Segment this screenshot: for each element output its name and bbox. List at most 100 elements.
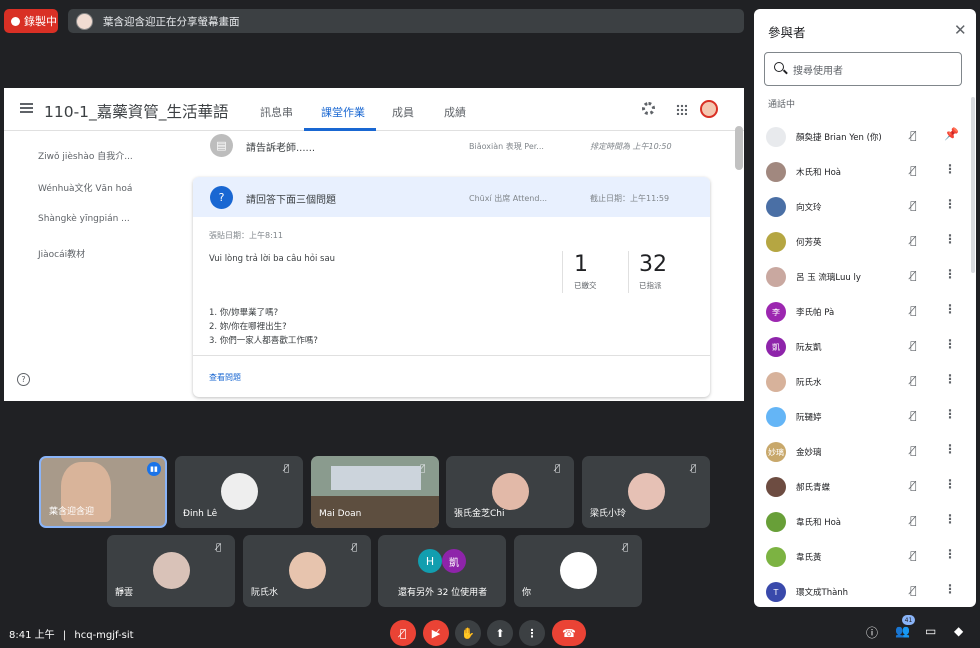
participant-row[interactable]: 凱阮友凱 🎙̸ ⋮ <box>754 330 976 365</box>
mic-toggle-button[interactable]: 🎙̸ <box>390 620 416 646</box>
people-icon[interactable]: 👥 <box>895 624 910 638</box>
mic-off-icon: 🎙̸ <box>910 164 917 177</box>
self-tile[interactable]: 🎙̸ 你 <box>514 535 642 607</box>
tile-name: Mai Doan <box>319 509 362 519</box>
participant-avatar <box>766 267 786 287</box>
assignment-title: 請告訴老師...... <box>246 143 316 154</box>
record-dot-icon <box>11 16 20 26</box>
participant-row[interactable]: T 環文成Thành 🎙̸ ⋮ <box>754 575 976 607</box>
camera-toggle-button[interactable]: ▶̸ <box>423 620 449 646</box>
more-options-button[interactable]: ⋮ <box>519 620 545 646</box>
participant-row[interactable]: 韋氏和 Hoà 🎙̸ ⋮ <box>754 505 976 540</box>
shared-screen: 110-1_嘉藥資管_生活華語 訊息串 課堂作業 成員 成績 Ziwǒ jiès… <box>4 88 744 401</box>
participant-row[interactable]: 李李氏帕 Pà 🎙̸ ⋮ <box>754 295 976 330</box>
card-description: Vui lòng trả lời ba câu hỏi sau <box>209 254 336 264</box>
participant-row[interactable]: 向文玲 🎙̸ ⋮ <box>754 190 976 225</box>
participant-name: 顏奐捷 Brian Yen (你) <box>796 133 882 143</box>
more-options-icon[interactable]: ⋮ <box>944 197 956 211</box>
tile-name: Đinh Lê <box>183 509 218 519</box>
raise-hand-button[interactable]: ✋ <box>455 620 481 646</box>
participant-name: 韋氏和 Hoà <box>796 518 842 528</box>
participant-name: 李氏帕 Pà <box>796 308 835 318</box>
card-title: 請回答下面三個問題 <box>246 195 336 206</box>
video-tile[interactable]: 🎙̸ 梁氏小玲 <box>582 456 710 528</box>
mic-off-icon: 🎙̸ <box>910 129 917 142</box>
close-icon[interactable]: ✕ <box>954 21 967 39</box>
more-participants-tile[interactable]: H 凱 還有另外 32 位使用者 <box>378 535 506 607</box>
more-options-icon[interactable]: ⋮ <box>944 372 956 386</box>
recording-indicator: 錄製中 <box>4 9 58 33</box>
more-options-icon[interactable]: ⋮ <box>944 267 956 281</box>
topic-item: Ziwǒ jièshào 自我介... <box>38 152 133 162</box>
participant-row[interactable]: 郝氏青蝶 🎙̸ ⋮ <box>754 470 976 505</box>
divider <box>193 355 710 356</box>
search-input[interactable]: 搜尋使用者 <box>764 52 962 86</box>
more-options-icon[interactable]: ⋮ <box>944 162 956 176</box>
question-line: 3. 你們一家人都喜歡工作嗎? <box>209 336 318 346</box>
mic-off-icon: 🎙̸ <box>910 409 917 422</box>
more-options-icon[interactable]: ⋮ <box>944 302 956 316</box>
participant-name: 韋氏黃 <box>796 553 822 563</box>
help-icon: ? <box>17 373 30 386</box>
topic-item: Jiàocái教材 <box>38 250 86 260</box>
scrollbar <box>735 126 743 170</box>
view-question-link: 查看問題 <box>209 373 241 382</box>
participant-row[interactable]: 何芳英 🎙̸ ⋮ <box>754 225 976 260</box>
more-options-icon[interactable]: ⋮ <box>944 477 956 491</box>
mic-off-icon: 🎙̸ <box>352 543 358 553</box>
participant-name: 呂 玉 流璃Luu ly <box>796 273 861 283</box>
tile-name: 靜雲 <box>115 588 134 598</box>
participant-avatar: 凱 <box>442 549 466 573</box>
card-header: ? 請回答下面三個問題 Chūxí 出席 Attend... 截止日期：上午11… <box>193 177 710 217</box>
participant-row[interactable]: 木氏和 Hoà 🎙̸ ⋮ <box>754 155 976 190</box>
pin-icon[interactable]: 📌 <box>944 127 959 141</box>
participant-avatar <box>628 473 665 510</box>
more-options-icon[interactable]: ⋮ <box>944 337 956 351</box>
video-tile[interactable]: 🎙̸ 靜雲 <box>107 535 235 607</box>
video-tile[interactable]: 🎙̸ 張氏金芝Chi <box>446 456 574 528</box>
participant-row[interactable]: 顏奐捷 Brian Yen (你) 🎙̸ 📌 <box>754 120 976 155</box>
participant-row[interactable]: 呂 玉 流璃Luu ly 🎙̸ ⋮ <box>754 260 976 295</box>
participant-avatar <box>766 197 786 217</box>
participant-avatar: 李 <box>766 302 786 322</box>
video-tile[interactable]: 🎙̸ 阮氏水 <box>243 535 371 607</box>
turned-in-label: 已繳交 <box>574 281 597 290</box>
video-tile[interactable]: 🎙̸ Đinh Lê <box>175 456 303 528</box>
tile-name: 還有另外 32 位使用者 <box>398 588 488 598</box>
tab-classwork: 課堂作業 <box>321 106 365 119</box>
more-options-icon[interactable]: ⋮ <box>944 232 956 246</box>
more-options-icon[interactable]: ⋮ <box>944 547 956 561</box>
mic-off-icon: 🎙̸ <box>691 464 697 474</box>
participant-count-badge: 41 <box>902 615 915 625</box>
video-tile[interactable]: ▮▮ 葉含迎含迎 <box>39 456 167 528</box>
participants-panel: 參與者 ✕ 搜尋使用者 通話中 顏奐捷 Brian Yen (你) 🎙̸ 📌 木氏和 … <box>754 9 976 607</box>
topic-item: Shàngkè yīngpián ... <box>38 214 130 224</box>
more-options-icon[interactable]: ⋮ <box>944 512 956 526</box>
participant-avatar <box>766 372 786 392</box>
mic-off-icon: 🎙̸ <box>910 514 917 527</box>
chat-icon[interactable]: ▭ <box>925 624 936 638</box>
more-options-icon[interactable]: ⋮ <box>944 582 956 596</box>
more-options-icon[interactable]: ⋮ <box>944 442 956 456</box>
question-line: 2. 妳/你在哪裡出生? <box>209 322 287 332</box>
participant-name: 阮友凱 <box>796 343 822 353</box>
leave-call-button[interactable]: ☎ <box>552 620 586 646</box>
participant-row[interactable]: 阮氏水 🎙̸ ⋮ <box>754 365 976 400</box>
participant-avatar: 妙璃 <box>766 442 786 462</box>
class-title: 110-1_嘉藥資管_生活華語 <box>44 103 229 121</box>
present-button[interactable]: ⬆ <box>487 620 513 646</box>
participant-avatar: 凱 <box>766 337 786 357</box>
participant-row[interactable]: 妙璃 金妙璃 🎙̸ ⋮ <box>754 435 976 470</box>
mic-off-icon: 🎙̸ <box>910 549 917 562</box>
mic-off-icon: 🎙̸ <box>910 304 917 317</box>
meeting-info: 8:41 上午 | hcq-mgjf-sit <box>9 630 134 641</box>
participant-name: 金妙璃 <box>796 448 822 458</box>
assigned-count: 32 <box>639 252 667 277</box>
more-options-icon[interactable]: ⋮ <box>944 407 956 421</box>
participant-row[interactable]: 韋氏黃 🎙̸ ⋮ <box>754 540 976 575</box>
info-icon[interactable]: ⓘ <box>866 624 878 641</box>
activities-icon[interactable]: ◆ <box>954 624 963 638</box>
video-tile[interactable]: 🎙̸ Mai Doan <box>311 456 439 528</box>
assignment-topic: Biǎoxiàn 表現 Per... <box>469 142 544 151</box>
participant-row[interactable]: 阮韆婷 🎙̸ ⋮ <box>754 400 976 435</box>
